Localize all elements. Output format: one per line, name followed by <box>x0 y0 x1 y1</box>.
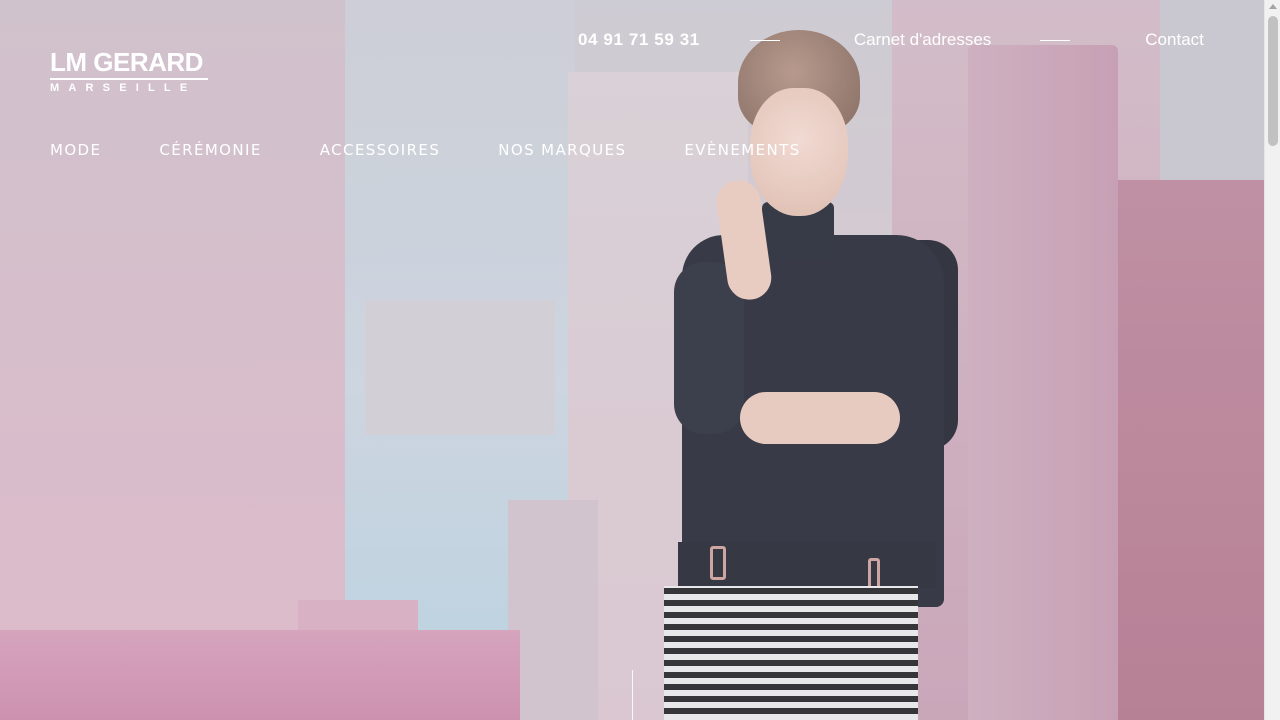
nav-item-ceremonie[interactable]: CÉRÉMONIE <box>159 141 261 159</box>
brand-name: LM GERARD <box>50 47 203 77</box>
top-bar: 04 91 71 59 31 Carnet d'adresses Contact <box>578 30 1204 50</box>
divider-line <box>1040 39 1071 41</box>
brand-logo[interactable]: LM GERARD MARSEILLE <box>50 47 208 94</box>
main-nav: MODE CÉRÉMONIE ACCESSOIRES NOS MARQUES E… <box>50 140 801 160</box>
address-book-link[interactable]: Carnet d'adresses <box>854 30 991 50</box>
logo-divider <box>50 78 208 80</box>
nav-item-nos-marques[interactable]: NOS MARQUES <box>498 141 626 159</box>
divider-line <box>749 39 780 41</box>
browser-scrollbar[interactable] <box>1264 0 1280 720</box>
nav-item-accessoires[interactable]: ACCESSOIRES <box>320 141 441 159</box>
contact-link[interactable]: Contact <box>1145 30 1204 50</box>
scroll-indicator[interactable] <box>632 670 633 720</box>
nav-item-evenements[interactable]: EVÈNEMENTS <box>684 141 800 159</box>
nav-item-mode[interactable]: MODE <box>50 141 101 159</box>
phone-link[interactable]: 04 91 71 59 31 <box>578 30 700 50</box>
hero-image <box>0 0 1264 720</box>
page-viewport: LM GERARD MARSEILLE 04 91 71 59 31 Carne… <box>0 0 1264 720</box>
hero-overlay <box>0 0 1264 720</box>
scroll-up-arrow-icon[interactable] <box>1269 4 1277 9</box>
scrollbar-thumb[interactable] <box>1268 16 1278 146</box>
brand-city: MARSEILLE <box>50 82 197 94</box>
